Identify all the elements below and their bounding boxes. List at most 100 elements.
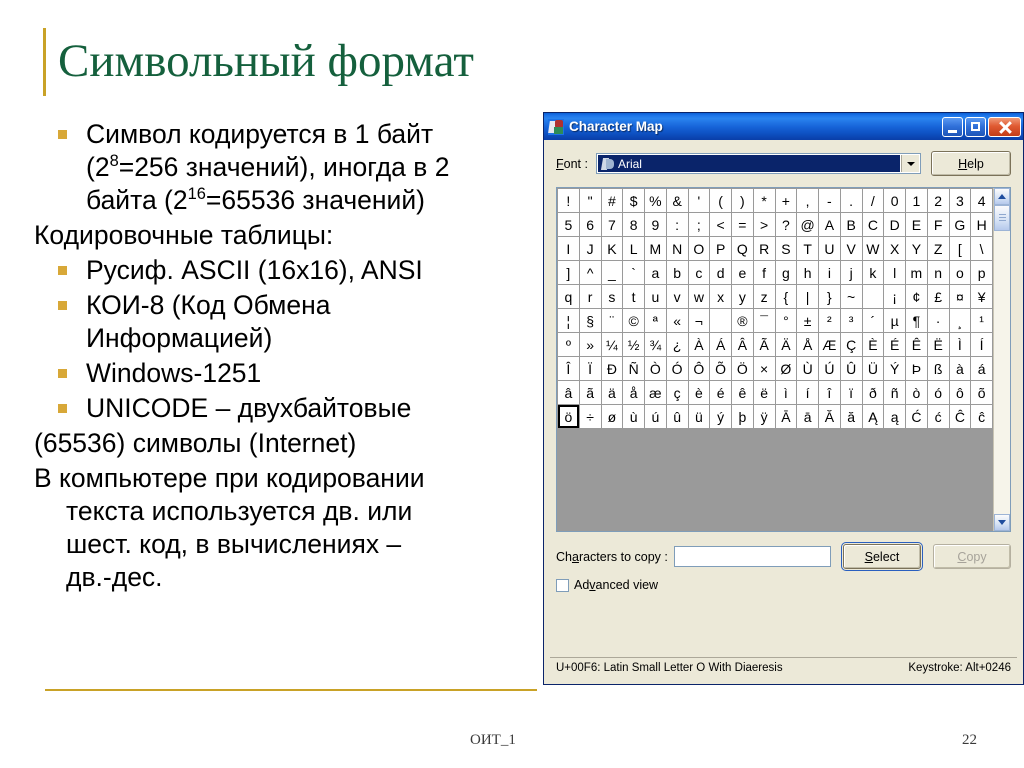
character-cell[interactable]: È [862, 333, 884, 356]
character-cell[interactable]: ù [623, 405, 644, 428]
character-cell[interactable]: { [775, 285, 797, 308]
character-cell[interactable]: n [927, 261, 949, 284]
character-cell[interactable]: Ë [927, 333, 949, 356]
character-cell[interactable]: « [666, 309, 688, 332]
character-cell[interactable]: ä [601, 381, 623, 404]
character-cell[interactable]: æ [645, 381, 666, 404]
character-cell[interactable]: ã [579, 381, 601, 404]
character-cell[interactable]: A [819, 213, 840, 236]
character-cell[interactable]: " [579, 189, 601, 212]
character-cell[interactable]: Â [732, 333, 753, 356]
character-cell[interactable]: I [558, 237, 579, 260]
close-icon[interactable] [988, 116, 1021, 137]
character-cell[interactable]: O [688, 237, 710, 260]
character-cell[interactable]: â [558, 381, 579, 404]
character-cell[interactable]: Ò [645, 357, 666, 380]
help-button[interactable]: Help [931, 151, 1011, 176]
character-cell[interactable]: ë [753, 381, 775, 404]
character-cell[interactable]: 5 [558, 213, 579, 236]
character-cell[interactable]: Q [732, 237, 753, 260]
character-cell[interactable]: ì [775, 381, 797, 404]
character-cell[interactable]: ü [688, 405, 710, 428]
character-cell[interactable]: à [949, 357, 971, 380]
character-cell[interactable]: 3 [949, 189, 971, 212]
character-cell[interactable]: þ [732, 405, 753, 428]
character-cell[interactable]: D [884, 213, 905, 236]
character-cell[interactable]: í [797, 381, 818, 404]
character-cell[interactable]: [ [949, 237, 971, 260]
character-cell[interactable]: ¤ [949, 285, 971, 308]
select-button[interactable]: Select [841, 542, 923, 571]
character-cell[interactable]: ¨ [601, 309, 623, 332]
character-cell[interactable]: ï [840, 381, 862, 404]
character-cell[interactable]: ¾ [645, 333, 666, 356]
chevron-down-icon[interactable] [901, 155, 919, 172]
character-cell[interactable]: õ [971, 381, 992, 404]
character-cell[interactable]: Ă [819, 405, 840, 428]
character-cell[interactable]: ô [949, 381, 971, 404]
character-cell[interactable]: Y [906, 237, 927, 260]
character-cell[interactable]: ç [666, 381, 688, 404]
character-cell[interactable]: ¯ [753, 309, 775, 332]
character-cell[interactable]: w [688, 285, 710, 308]
character-cell[interactable]: é [710, 381, 731, 404]
character-cell[interactable]: ¦ [558, 309, 579, 332]
character-cell[interactable]: ø [601, 405, 623, 428]
character-cell[interactable]: , [797, 189, 818, 212]
character-cell[interactable]: z [753, 285, 775, 308]
character-cell[interactable]: q [558, 285, 579, 308]
character-cell[interactable]: B [840, 213, 862, 236]
character-cell[interactable]: Ì [949, 333, 971, 356]
character-cell[interactable]: o [949, 261, 971, 284]
character-cell[interactable]: + [775, 189, 797, 212]
character-cell[interactable]: j [840, 261, 862, 284]
character-cell[interactable]: ð [862, 381, 884, 404]
character-cell[interactable]: H [971, 213, 992, 236]
character-cell[interactable]: Ö [732, 357, 753, 380]
advanced-view-row[interactable]: Advanced view [556, 578, 1011, 592]
character-cell[interactable]: ; [688, 213, 710, 236]
character-cell[interactable]: h [797, 261, 818, 284]
character-cell[interactable]: T [797, 237, 818, 260]
character-cell[interactable]: É [884, 333, 905, 356]
character-cell[interactable]: $ [623, 189, 644, 212]
character-cell[interactable]: ć [927, 405, 949, 428]
character-cell[interactable]: ¹ [971, 309, 992, 332]
characters-to-copy-input[interactable] [673, 546, 831, 567]
character-cell[interactable]: Ý [884, 357, 905, 380]
character-cell[interactable]: ¸ [949, 309, 971, 332]
character-cell[interactable]: ú [645, 405, 666, 428]
character-cell[interactable]: 6 [579, 213, 601, 236]
character-cell[interactable]: 7 [601, 213, 623, 236]
character-cell[interactable]: U [819, 237, 840, 260]
character-cell[interactable]: % [645, 189, 666, 212]
character-cell[interactable]: 1 [906, 189, 927, 212]
character-cell[interactable]: ĉ [971, 405, 992, 428]
character-cell[interactable]: ê [732, 381, 753, 404]
character-cell[interactable]: = [732, 213, 753, 236]
character-cell[interactable]: : [666, 213, 688, 236]
character-cell[interactable]: ý [710, 405, 731, 428]
character-cell[interactable]: ­ [710, 309, 731, 332]
character-cell[interactable]: p [971, 261, 992, 284]
character-cell[interactable]: l [884, 261, 905, 284]
character-cell[interactable]: ` [623, 261, 644, 284]
character-cell[interactable]: Ç [840, 333, 862, 356]
character-cell[interactable]: ? [775, 213, 797, 236]
character-cell[interactable]: s [601, 285, 623, 308]
character-cell[interactable]: < [710, 213, 731, 236]
character-cell[interactable]: ÿ [753, 405, 775, 428]
character-cell[interactable]: e [732, 261, 753, 284]
character-cell[interactable]: ¿ [666, 333, 688, 356]
character-map-window[interactable]: Character Map Font : Arial Help ! " # $% & '(… [543, 112, 1024, 685]
character-cell[interactable]: ÷ [579, 405, 601, 428]
character-cell[interactable]: £ [927, 285, 949, 308]
character-cell[interactable]: ® [732, 309, 753, 332]
character-cell[interactable]: Î [558, 357, 579, 380]
character-cell[interactable]: À [688, 333, 710, 356]
character-cell[interactable]: ă [840, 405, 862, 428]
character-cell[interactable]: ~ [840, 285, 862, 308]
character-cell[interactable]: M [645, 237, 666, 260]
character-cell[interactable]: û [666, 405, 688, 428]
character-cell[interactable]: g [775, 261, 797, 284]
